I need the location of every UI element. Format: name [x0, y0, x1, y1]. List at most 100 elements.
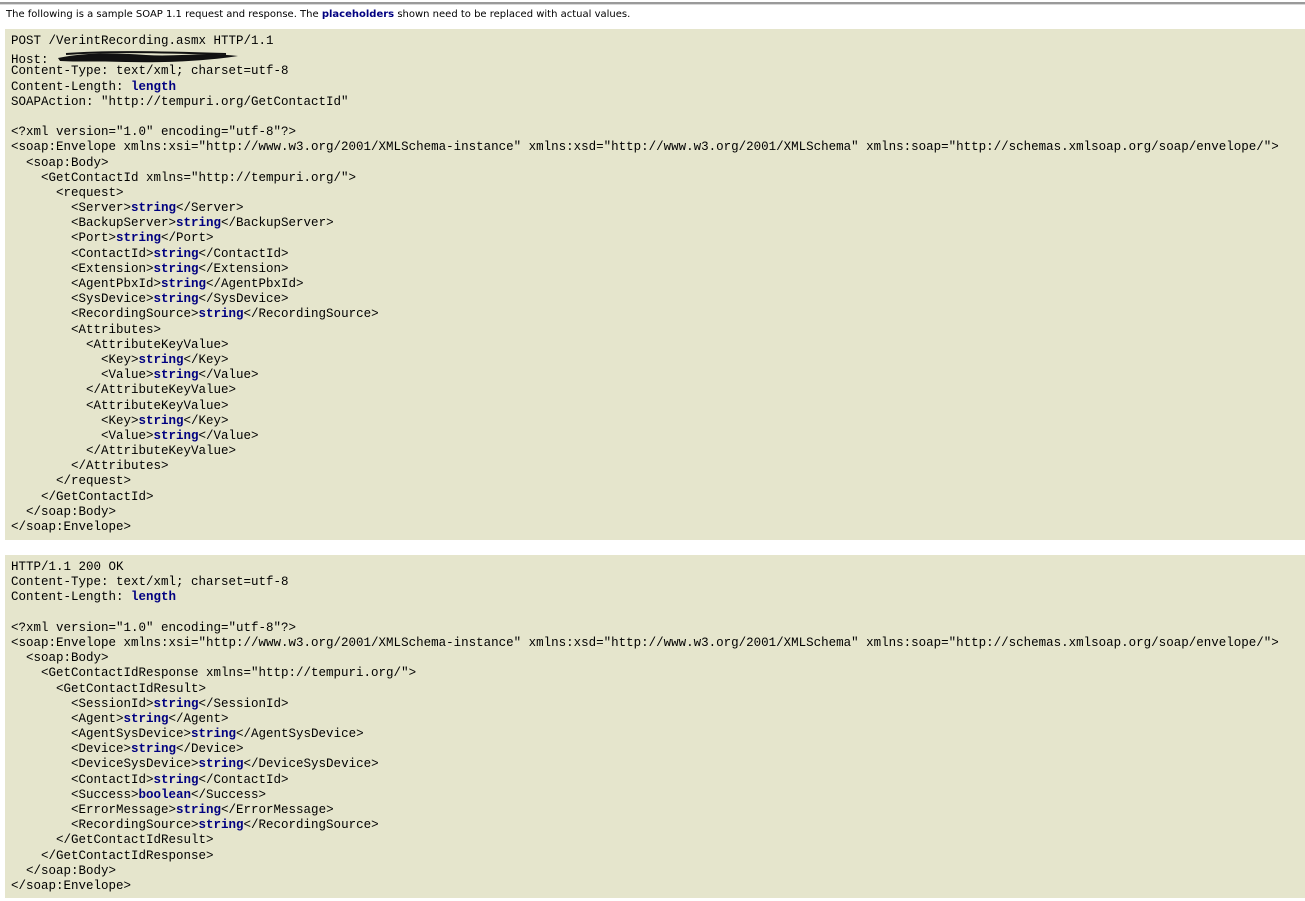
code-line: <SessionId>string</SessionId> [11, 697, 1305, 712]
code-text: </AgentSysDevice> [236, 727, 364, 742]
code-text: <GetContactIdResponse xmlns="http://temp… [11, 666, 417, 681]
code-text: <AttributeKeyValue> [11, 337, 229, 352]
code-text: <AttributeKeyValue> [11, 398, 229, 413]
code-text: </Device> [176, 742, 244, 757]
code-text: </SysDevice> [198, 292, 289, 307]
code-text: </RecordingSource> [243, 818, 379, 833]
code-line: <BackupServer>string</BackupServer> [11, 216, 1305, 231]
code-text: <Agent> [11, 711, 124, 726]
code-text: <RecordingSource> [11, 307, 199, 322]
code-text: </Port> [161, 231, 214, 246]
code-text: </ErrorMessage> [221, 803, 334, 817]
code-line: <Value>string</Value> [11, 368, 1305, 383]
code-line: <RecordingSource>string</RecordingSource… [11, 818, 1305, 833]
code-line: <soap:Envelope xmlns:xsi="http://www.w3.… [11, 636, 1305, 651]
code-line: <GetContactId xmlns="http://tempuri.org/… [11, 171, 1305, 186]
code-text: </Attributes> [11, 459, 169, 474]
intro-post: shown need to be replaced with actual va… [394, 9, 631, 20]
code-text: Content-Length: [11, 79, 132, 94]
code-line: <ContactId>string</ContactId> [11, 773, 1305, 788]
code-line: <Port>string</Port> [11, 231, 1305, 246]
intro-text: The following is a sample SOAP 1.1 reque… [6, 9, 630, 20]
code-text: <RecordingSource> [11, 818, 199, 833]
code-line: <SysDevice>string</SysDevice> [11, 292, 1305, 307]
intro-pre: The following is a sample SOAP 1.1 reque… [6, 9, 322, 20]
code-line: <request> [11, 186, 1305, 201]
code-line: <ContactId>string</ContactId> [11, 247, 1305, 262]
code-text: </soap:Envelope> [11, 520, 132, 534]
code-line: <?xml version="1.0" encoding="utf-8"?> [11, 125, 1305, 140]
code-text: <SysDevice> [11, 292, 154, 307]
code-text: <Value> [11, 368, 154, 383]
top-divider [0, 2, 1305, 5]
code-line: <soap:Envelope xmlns:xsi="http://www.w3.… [11, 140, 1305, 155]
placeholder-value: string [153, 261, 199, 276]
code-line: Host: [11, 49, 1305, 67]
code-line: <AttributeKeyValue> [11, 338, 1305, 353]
code-text: <Key> [11, 413, 139, 428]
placeholder-value: string [138, 352, 184, 367]
placeholder-value: string [153, 246, 199, 261]
code-text: <Port> [11, 231, 117, 246]
placeholder-value: string [153, 428, 199, 443]
code-line: <Extension>string</Extension> [11, 262, 1305, 277]
code-text: <Device> [11, 742, 132, 757]
placeholder-value: string [176, 803, 222, 817]
code-line: </soap:Envelope> [11, 879, 1305, 894]
code-text: Content-Length: [11, 590, 132, 605]
code-line: <Attributes> [11, 323, 1305, 338]
code-text: </BackupServer> [221, 216, 334, 231]
code-line: SOAPAction: "http://tempuri.org/GetConta… [11, 95, 1305, 110]
code-text: </GetContactIdResponse> [11, 848, 214, 863]
code-text: <DeviceSysDevice> [11, 757, 199, 772]
code-line: </GetContactIdResult> [11, 833, 1305, 848]
code-line: <AttributeKeyValue> [11, 399, 1305, 414]
code-line: Content-Length: length [11, 590, 1305, 605]
code-line: <AgentPbxId>string</AgentPbxId> [11, 277, 1305, 292]
placeholder-value: string [123, 711, 169, 726]
code-text: </ContactId> [198, 772, 289, 787]
placeholder-value: string [153, 368, 199, 383]
code-text: </Extension> [198, 261, 289, 276]
code-line: <?xml version="1.0" encoding="utf-8"?> [11, 621, 1305, 636]
code-text: <?xml version="1.0" encoding="utf-8"?> [11, 125, 297, 140]
code-line: Content-Type: text/xml; charset=utf-8 [11, 575, 1305, 590]
code-text: <Success> [11, 787, 139, 802]
code-line: </soap:Body> [11, 864, 1305, 879]
placeholder-value: length [131, 79, 177, 94]
code-text: <AgentPbxId> [11, 277, 162, 291]
code-text: </Value> [198, 368, 259, 383]
code-line: Content-Type: text/xml; charset=utf-8 [11, 64, 1305, 79]
code-text: <soap:Body> [11, 155, 109, 170]
code-line: <AgentSysDevice>string</AgentSysDevice> [11, 727, 1305, 742]
code-text: </Key> [183, 413, 229, 428]
code-line: <Key>string</Key> [11, 414, 1305, 429]
placeholder-value: boolean [138, 787, 192, 802]
code-line: <Agent>string</Agent> [11, 712, 1305, 727]
code-line: HTTP/1.1 200 OK [11, 560, 1305, 575]
placeholder-value: string [116, 231, 162, 246]
code-line: <GetContactIdResponse xmlns="http://temp… [11, 666, 1305, 681]
code-line: <ErrorMessage>string</ErrorMessage> [11, 803, 1305, 818]
code-line: </AttributeKeyValue> [11, 444, 1305, 459]
code-line: <soap:Body> [11, 156, 1305, 171]
code-text: </SessionId> [198, 696, 289, 711]
code-line: <Device>string</Device> [11, 742, 1305, 757]
code-text: <soap:Envelope xmlns:xsi="http://www.w3.… [11, 140, 1279, 155]
placeholder-value: length [131, 590, 177, 605]
code-text: <soap:Body> [11, 651, 109, 666]
code-text: <Attributes> [11, 322, 162, 337]
code-line: <soap:Body> [11, 651, 1305, 666]
code-text: </GetContactIdResult> [11, 833, 214, 848]
code-text: </AttributeKeyValue> [11, 444, 237, 459]
code-text: <Key> [11, 352, 139, 367]
code-text: </Value> [198, 428, 259, 443]
placeholder-value: string [176, 216, 222, 231]
placeholder-value: string [153, 696, 199, 711]
code-line: POST /VerintRecording.asmx HTTP/1.1 [11, 34, 1305, 49]
code-text: </GetContactId> [11, 489, 154, 504]
code-line: </GetContactId> [11, 490, 1305, 505]
soap-response-sample: HTTP/1.1 200 OK Content-Type: text/xml; c… [5, 555, 1305, 898]
code-text: <BackupServer> [11, 216, 177, 231]
